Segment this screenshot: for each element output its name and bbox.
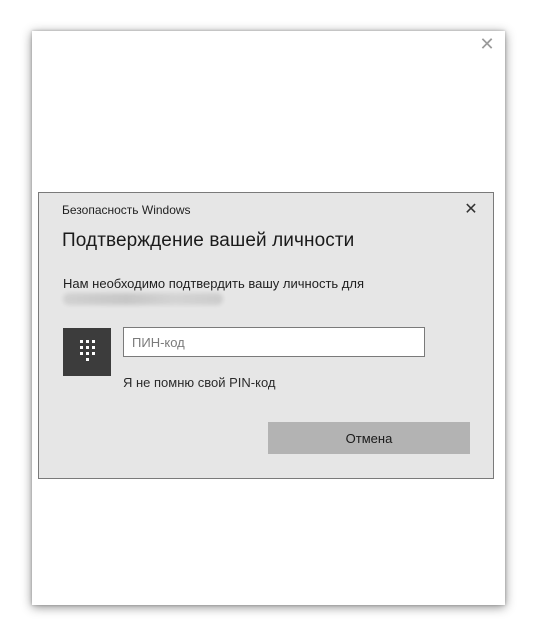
dialog-close-icon[interactable]: ✕ — [462, 201, 480, 219]
dialog-app-title: Безопасность Windows — [62, 203, 191, 217]
dialog-heading: Подтверждение вашей личности — [62, 230, 355, 251]
forgot-pin-link[interactable]: Я не помню свой PIN-код — [123, 375, 276, 390]
keypad-icon — [63, 328, 111, 376]
dialog-message: Нам необходимо подтвердить вашу личность… — [63, 276, 364, 291]
windows-security-dialog: Безопасность Windows ✕ Подтверждение ваш… — [38, 192, 494, 479]
blurred-account-name — [63, 293, 223, 305]
cancel-button[interactable]: Отмена — [268, 422, 470, 454]
pin-input[interactable] — [123, 327, 425, 357]
outer-close-icon[interactable]: ✕ — [478, 35, 496, 53]
keypad-icon-graphic — [80, 340, 95, 361]
